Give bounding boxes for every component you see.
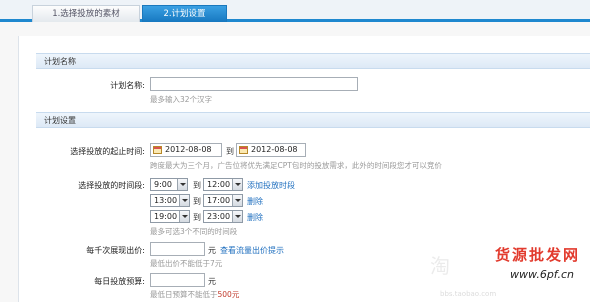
section-title: 计划设置 [44,116,76,125]
start-date-value: 2012-08-08 [165,145,212,154]
delete-time-slot-link[interactable]: 删除 [247,212,263,223]
section-plan-name: 计划名称 [36,53,590,69]
tab-select-material[interactable]: 1.选择投放的素材 [32,5,140,22]
watermark-title: 货源批发网 [494,246,580,264]
cpm-bid-hint: 最低出价不能低于7元 [150,259,223,268]
top-tab-bar: 1.选择投放的素材 2.计划设置 [0,0,590,22]
slot-2-start-select[interactable]: 13:00 [150,194,190,207]
chevron-down-icon [179,211,189,222]
chevron-down-icon [232,179,242,190]
slot-separator: 到 [193,181,201,190]
calendar-icon [239,146,248,154]
daily-budget-hint: 最低日预算不能低于500元 [150,290,240,299]
site-watermark: 货源批发网 www.6pf.cn [460,242,580,288]
slot-2-end-select[interactable]: 17:00 [203,194,243,207]
chevron-down-icon [232,211,242,222]
daily-budget-label: 每日投放预算: [94,277,145,286]
faint-watermark-url: bbs.taobao.com [440,290,497,298]
slot-3-end-select[interactable]: 23:00 [203,210,243,223]
watermark-url: www.6pf.cn [510,268,574,281]
chevron-down-icon [177,179,187,190]
delete-time-slot-link[interactable]: 删除 [247,196,263,207]
section-plan-settings: 计划设置 [36,112,590,128]
date-range-separator: 到 [226,147,234,156]
end-date-picker[interactable]: 2012-08-08 [236,143,306,157]
add-time-slot-link[interactable]: 添加投放时段 [247,180,295,191]
time-slot-hint: 最多可选3个不同的时间段 [150,227,238,236]
plan-name-label: 计划名称: [110,81,145,90]
tab-plan-settings[interactable]: 2.计划设置 [142,5,227,22]
section-title: 计划名称 [44,57,76,66]
slot-1-end-select[interactable]: 12:00 [203,178,243,191]
slot-1-start-select[interactable]: 9:00 [150,178,188,191]
daily-budget-min-amount: 500元 [217,290,240,299]
start-date-picker[interactable]: 2012-08-08 [150,143,222,157]
traffic-bid-tips-link[interactable]: 查看流量出价提示 [220,245,284,256]
slot-3-start-select[interactable]: 19:00 [150,210,190,223]
cpm-bid-label: 每千次展现出价: [86,246,145,255]
cpm-bid-input[interactable] [150,242,205,256]
daily-budget-unit: 元 [208,277,216,286]
chevron-down-icon [232,195,242,206]
cpm-bid-unit: 元 [208,246,216,255]
plan-name-input[interactable] [150,77,358,91]
chevron-down-icon [179,195,189,206]
slot-separator: 到 [193,213,201,222]
date-range-label: 选择投放的起止时间: [70,147,145,156]
end-date-value: 2012-08-08 [251,145,298,154]
faint-watermark: 淘 [430,254,450,278]
date-range-hint: 跨度最大为三个月，广告位将优先满足CPT包时的投放需求，此外的时间段您才可以竞价 [150,161,442,170]
daily-budget-input[interactable] [150,273,205,287]
plan-name-hint: 最多输入32个汉字 [150,95,213,104]
time-slot-label: 选择投放的时间段: [78,181,145,190]
calendar-icon [153,146,162,154]
slot-separator: 到 [193,197,201,206]
